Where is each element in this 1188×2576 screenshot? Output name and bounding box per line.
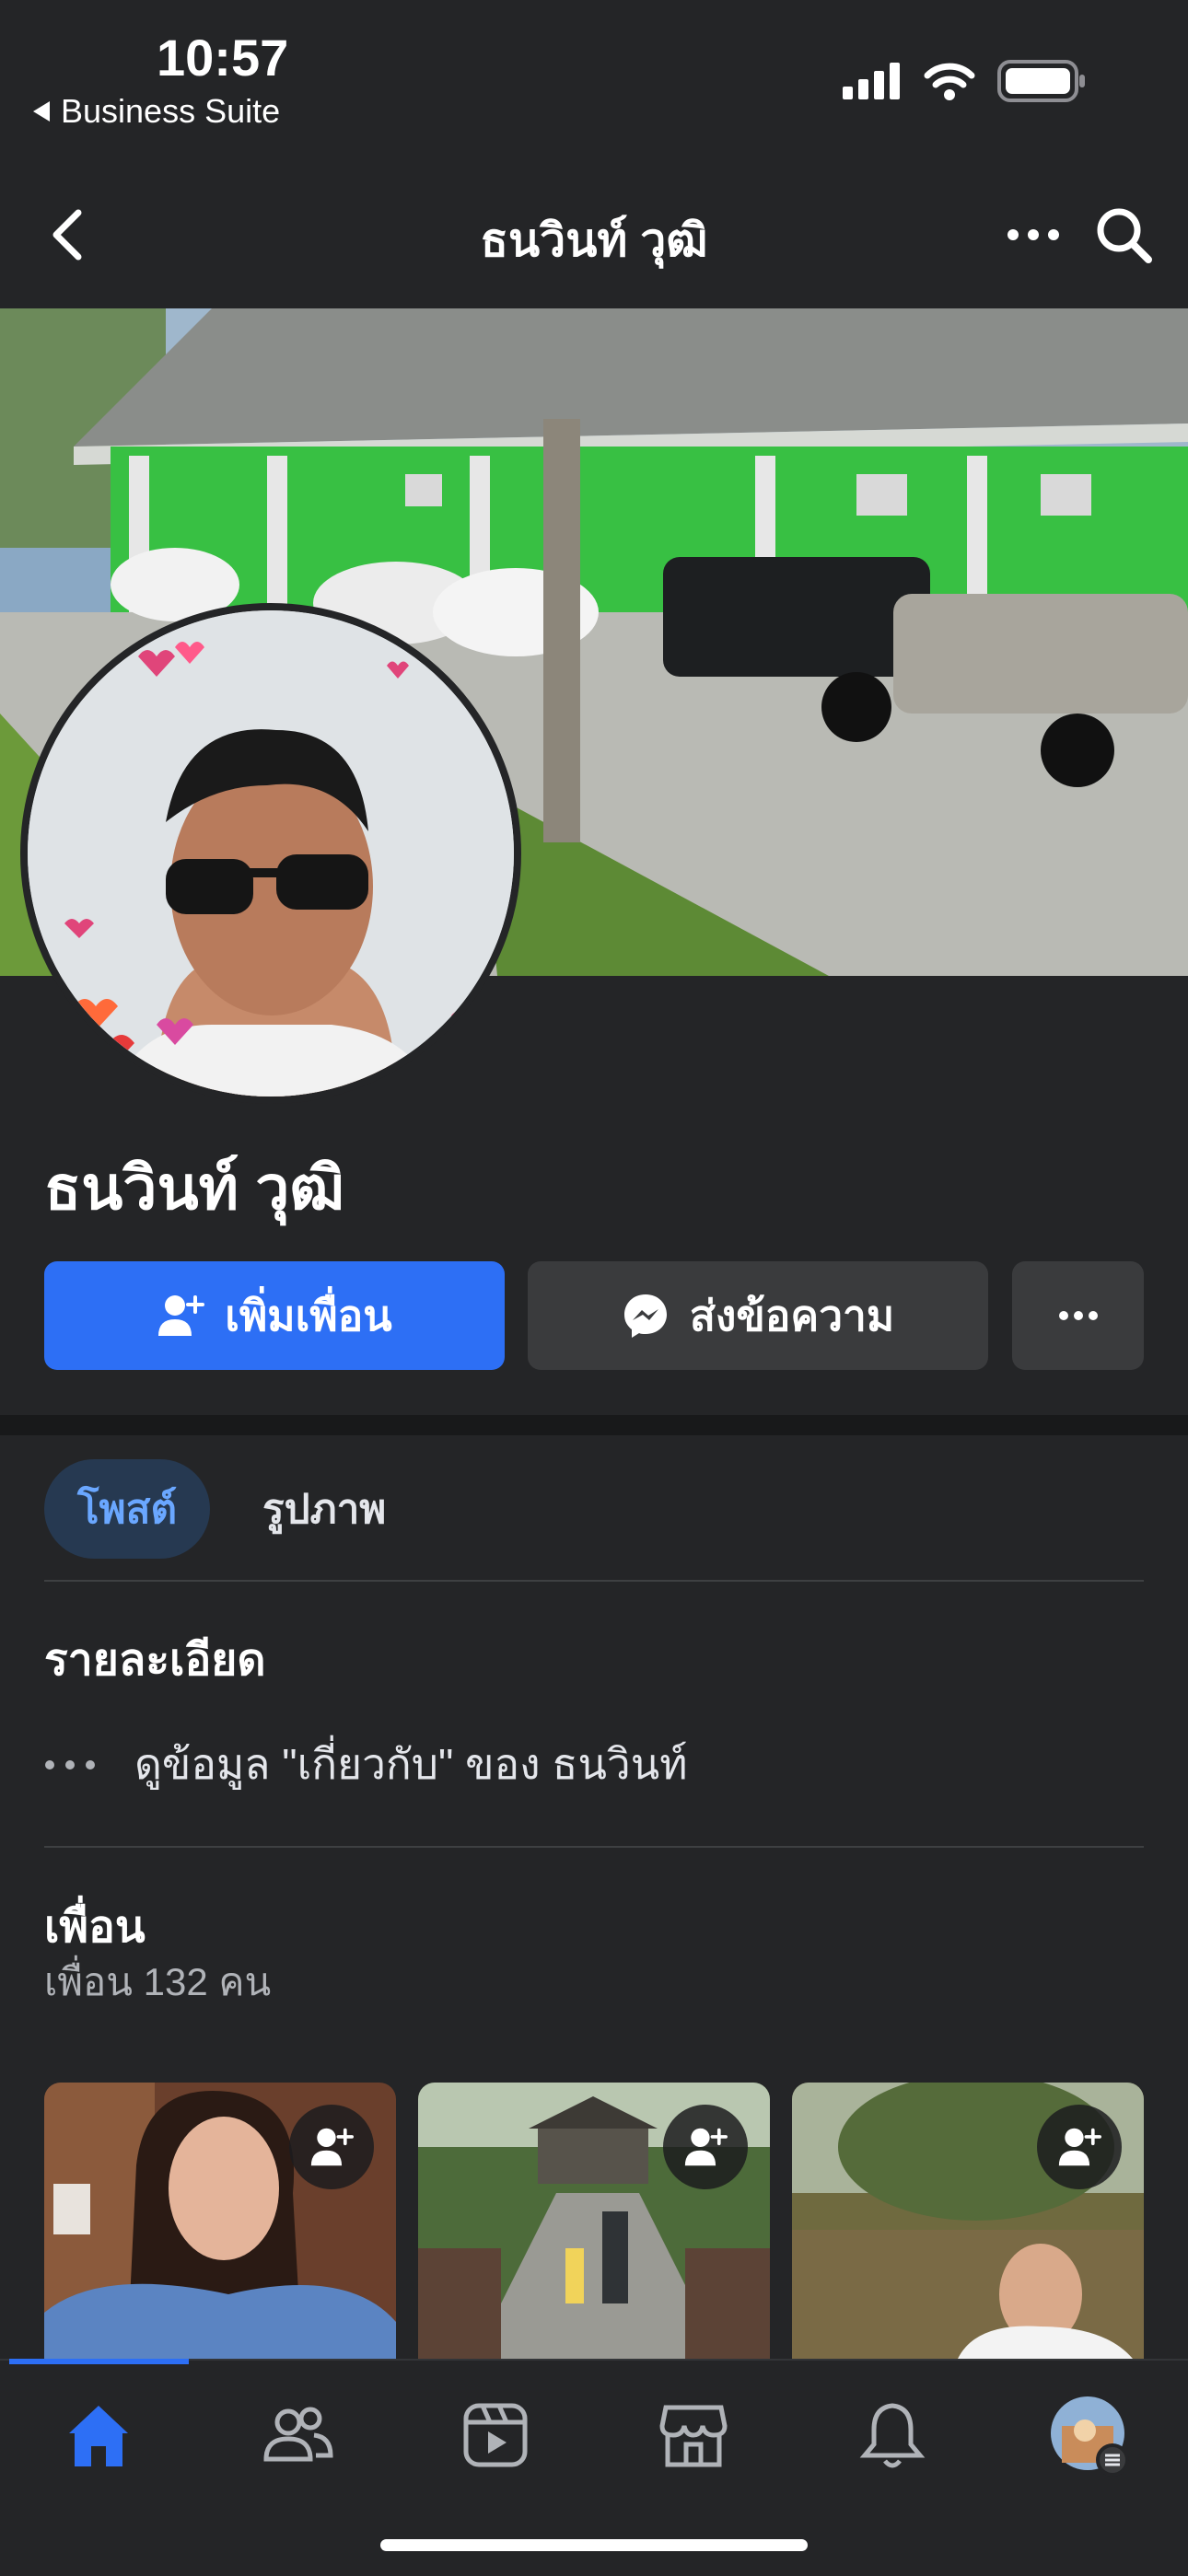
battery-icon (997, 60, 1085, 102)
add-friend-button[interactable]: เพิ่มเพื่อน (44, 1261, 505, 1370)
add-friend-label: เพิ่มเพื่อน (225, 1291, 392, 1340)
marketplace-icon[interactable] (652, 2394, 735, 2477)
add-friend-icon (158, 1295, 205, 1336)
back-triangle-icon (33, 101, 50, 122)
divider (44, 1580, 1144, 1582)
add-friend-small-button[interactable] (289, 2105, 374, 2189)
about-link-label: ดูข้อมูล "เกี่ยวกับ" ของ ธนวินท์ (134, 1740, 688, 1788)
tab-posts[interactable]: โพสต์ (44, 1459, 210, 1559)
wifi-icon (924, 63, 975, 100)
section-divider (0, 1415, 1188, 1435)
friend-card[interactable] (792, 2083, 1144, 2359)
friends-icon[interactable] (256, 2394, 339, 2477)
home-indicator (380, 2539, 808, 2551)
message-label: ส่งข้อความ (689, 1291, 895, 1340)
tab-indicator (9, 2359, 189, 2364)
add-friend-icon (1058, 2128, 1101, 2166)
status-time: 10:57 (157, 29, 289, 87)
profile-photo[interactable] (20, 603, 521, 1104)
tab-photos[interactable]: รูปภาพ (235, 1459, 413, 1559)
divider (44, 1846, 1144, 1848)
add-friend-small-button[interactable] (1037, 2105, 1122, 2189)
messenger-icon (623, 1294, 667, 1338)
notifications-icon[interactable] (851, 2394, 934, 2477)
add-friend-small-button[interactable] (663, 2105, 748, 2189)
more-icon[interactable] (1004, 207, 1063, 262)
details-heading: รายละเอียด (44, 1636, 266, 1685)
back-app-label: Business Suite (61, 92, 281, 130)
video-icon[interactable] (454, 2394, 537, 2477)
search-icon[interactable] (1091, 203, 1156, 267)
message-button[interactable]: ส่งข้อความ (528, 1261, 988, 1370)
back-to-app-link[interactable]: Business Suite (33, 92, 280, 131)
add-friend-icon (310, 2128, 354, 2166)
friend-card[interactable] (418, 2083, 770, 2359)
profile-menu-icon[interactable] (1048, 2394, 1131, 2477)
friend-card[interactable] (44, 2083, 396, 2359)
add-friend-icon (684, 2128, 728, 2166)
home-icon[interactable] (57, 2394, 140, 2477)
friends-count: เพื่อน 132 คน (44, 1960, 272, 2003)
more-dots-icon (1058, 1311, 1098, 1320)
about-link[interactable]: ดูข้อมูล "เกี่ยวกับ" ของ ธนวินท์ (44, 1731, 688, 1798)
more-dots-icon (45, 1759, 95, 1770)
signal-icon (843, 63, 900, 99)
profile-image (28, 610, 514, 1097)
more-actions-button[interactable] (1012, 1261, 1144, 1370)
profile-name: ธนวินท์ วุฒิ (44, 1154, 345, 1222)
